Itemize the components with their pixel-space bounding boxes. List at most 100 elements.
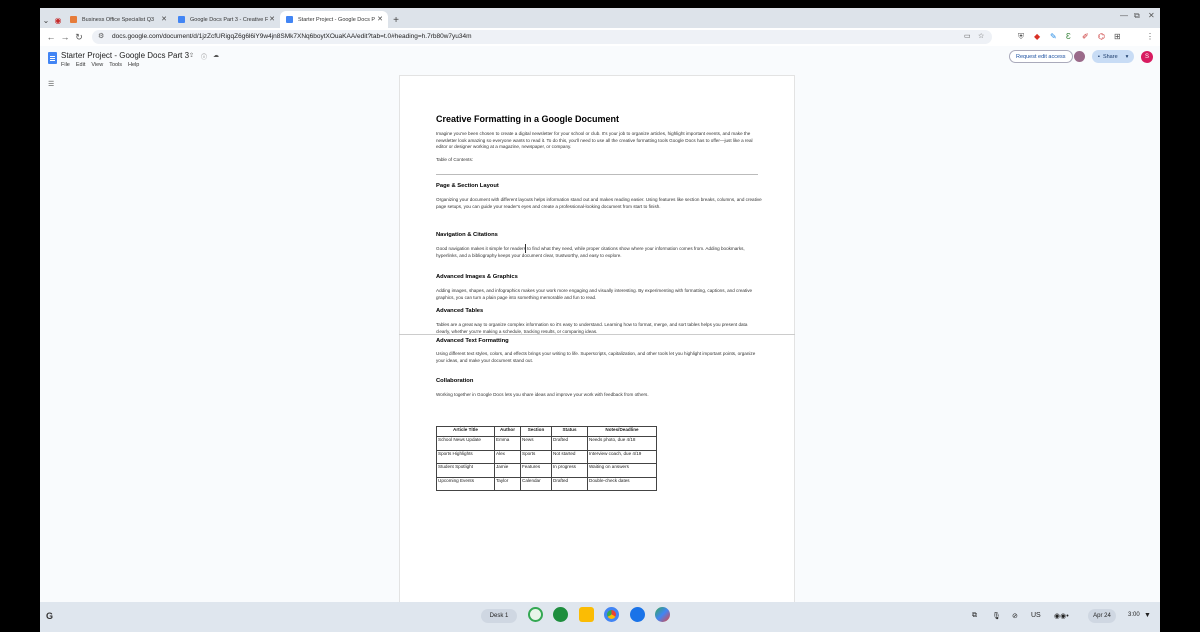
phone-app-icon[interactable] <box>528 607 543 622</box>
forward-icon[interactable]: → <box>58 32 72 42</box>
extensions-puzzle-icon[interactable]: ⊞ <box>1114 32 1121 41</box>
horizontal-rule <box>436 174 758 175</box>
input-method-label[interactable]: US <box>1031 612 1041 619</box>
minimize-icon[interactable]: — <box>1120 11 1128 20</box>
extension-icon[interactable]: ◆ <box>1034 32 1040 41</box>
share-button[interactable]: ▪ Share ▾ <box>1092 50 1134 63</box>
tab-favicon-icon <box>286 16 293 23</box>
cloud-saved-icon[interactable]: ☁ <box>213 52 219 59</box>
tab-google-docs-part3[interactable]: Google Docs Part 3 - Creative F ✕ <box>172 11 280 28</box>
section-heading: Advanced Text Formatting <box>436 338 509 344</box>
table-cell[interactable]: Sports <box>520 449 552 464</box>
site-info-icon[interactable]: ⚙ <box>98 32 104 40</box>
table-cell[interactable]: Taylor <box>494 476 521 491</box>
table-cell[interactable]: Needs photo, due 4/18 <box>587 436 657 451</box>
table-cell[interactable]: Upcoming Events <box>436 476 495 491</box>
table-cell[interactable]: Drafted <box>551 436 588 451</box>
extension-e-icon[interactable]: Ɛ <box>1066 32 1071 41</box>
close-tab-icon[interactable]: ✕ <box>377 15 383 23</box>
section-body: Good navigation makes it simple for read… <box>436 246 745 258</box>
section-body: Organizing your document with different … <box>436 197 762 209</box>
browser-menu-icon[interactable]: ⋮ <box>1146 32 1154 41</box>
move-icon[interactable]: ⇪ <box>189 52 194 59</box>
table-cell[interactable]: Drafted <box>551 476 588 491</box>
table-cell[interactable]: Waiting on answers <box>587 463 657 478</box>
menu-file[interactable]: File <box>61 62 70 68</box>
document-title[interactable]: Starter Project - Google Docs Part 3 <box>61 51 189 60</box>
table-header: Author <box>494 426 521 437</box>
bookmark-star-icon[interactable]: ☆ <box>978 32 984 40</box>
table-cell[interactable]: In progress <box>551 463 588 478</box>
extension-shield-icon[interactable]: ⛨ <box>1018 32 1024 42</box>
keep-app-icon[interactable] <box>579 607 594 622</box>
table-cell[interactable]: Double-check dates <box>587 476 657 491</box>
back-icon[interactable]: ← <box>44 32 58 42</box>
lock-icon: ▪ <box>1098 53 1100 60</box>
table-cell[interactable]: News <box>520 436 552 451</box>
section-heading: Page & Section Layout <box>436 183 499 189</box>
play-store-icon[interactable] <box>655 607 670 622</box>
recording-icon[interactable]: ◉ <box>52 12 64 28</box>
table-cell[interactable]: Alex <box>494 449 521 464</box>
new-tab-button[interactable]: + <box>388 12 404 28</box>
chevron-down-icon[interactable]: ▾ <box>1126 54 1129 60</box>
article-table[interactable]: Article Title Author Section Status Note… <box>436 426 657 491</box>
table-cell[interactable]: Jamie <box>494 463 521 478</box>
table-header-row: Article Title Author Section Status Note… <box>436 426 657 437</box>
chrome-app-icon[interactable] <box>604 607 619 622</box>
cast-icon[interactable]: ▭ <box>964 32 971 40</box>
classroom-app-icon[interactable] <box>553 607 568 622</box>
close-window-icon[interactable]: ✕ <box>1148 11 1155 20</box>
table-cell[interactable]: Not started <box>551 449 588 464</box>
address-bar[interactable]: ⚙ docs.google.com/document/d/1jzZcfURigq… <box>92 30 992 44</box>
document-page[interactable]: Creative Formatting in a Google Document… <box>399 75 795 605</box>
section-heading: Collaboration <box>436 378 474 384</box>
table-cell[interactable]: Features <box>520 463 552 478</box>
browser-toolbar: ← → ↻ ⚙ docs.google.com/document/d/1jzZc… <box>40 28 1160 46</box>
table-row: Upcoming Events Taylor Calendar Drafted … <box>436 476 657 491</box>
menu-edit[interactable]: Edit <box>76 62 85 68</box>
menu-view[interactable]: View <box>91 62 103 68</box>
document-outline-icon[interactable]: ☰ <box>48 80 54 88</box>
desk-button[interactable]: Desk 1 <box>481 609 517 623</box>
tab-label: Business Office Specialist Q3 <box>82 16 155 23</box>
files-app-icon[interactable] <box>630 607 645 622</box>
tab-search-icon[interactable]: ⌄ <box>40 12 52 28</box>
chromeos-screen: ⌄ ◉ Business Office Specialist Q3 ✕ Goog… <box>40 8 1160 632</box>
table-cell[interactable]: Student Spotlight <box>436 463 495 478</box>
screenshot-icon[interactable]: ⧉ <box>972 612 977 620</box>
section-body: Using different text styles, colors, and… <box>436 351 756 363</box>
intro-paragraph: Imagine you've been chosen to create a d… <box>436 131 753 150</box>
table-cell[interactable]: Sports Highlights <box>436 449 495 464</box>
extension-record-icon[interactable]: ⌬ <box>1098 32 1105 41</box>
user-avatar[interactable]: S <box>1141 51 1153 63</box>
reload-icon[interactable]: ↻ <box>72 32 86 43</box>
clock-display[interactable]: 3:00 <box>1128 612 1140 618</box>
close-tab-icon[interactable]: ✕ <box>269 15 275 23</box>
tab-strip: ⌄ ◉ Business Office Specialist Q3 ✕ Goog… <box>40 8 1160 28</box>
date-display[interactable]: Apr 24 <box>1088 609 1116 623</box>
extension-pen-icon[interactable]: ✎ <box>1050 32 1057 41</box>
extension-marker-icon[interactable]: ✐ <box>1082 32 1089 41</box>
table-header: Section <box>520 426 552 437</box>
star-icon[interactable]: ☆ <box>177 52 182 59</box>
docs-logo-icon[interactable] <box>48 52 57 64</box>
notification-off-icon[interactable]: ⊘ <box>1012 612 1018 620</box>
status-dots-icon[interactable]: ◉◉• <box>1054 612 1069 620</box>
tab-business-office[interactable]: Business Office Specialist Q3 ✕ <box>64 11 172 28</box>
table-cell[interactable]: Interview coach, due 4/19 <box>587 449 657 464</box>
table-cell[interactable]: Emma <box>494 436 521 451</box>
account-avatar[interactable] <box>1074 51 1085 62</box>
close-tab-icon[interactable]: ✕ <box>161 15 167 23</box>
wifi-icon[interactable]: ▼ <box>1144 612 1151 619</box>
doc-status-icon[interactable]: ⓘ <box>201 52 207 61</box>
tab-starter-project[interactable]: Starter Project - Google Docs P ✕ <box>280 11 388 28</box>
menu-help[interactable]: Help <box>128 62 139 68</box>
microphone-icon[interactable]: 🎙 <box>992 612 1001 620</box>
table-cell[interactable]: School News Update <box>436 436 495 451</box>
table-cell[interactable]: Calendar <box>520 476 552 491</box>
request-edit-access-button[interactable]: Request edit access <box>1009 50 1073 63</box>
launcher-button[interactable]: G <box>46 611 53 621</box>
menu-tools[interactable]: Tools <box>109 62 122 68</box>
restore-icon[interactable]: ⧉ <box>1134 11 1140 21</box>
